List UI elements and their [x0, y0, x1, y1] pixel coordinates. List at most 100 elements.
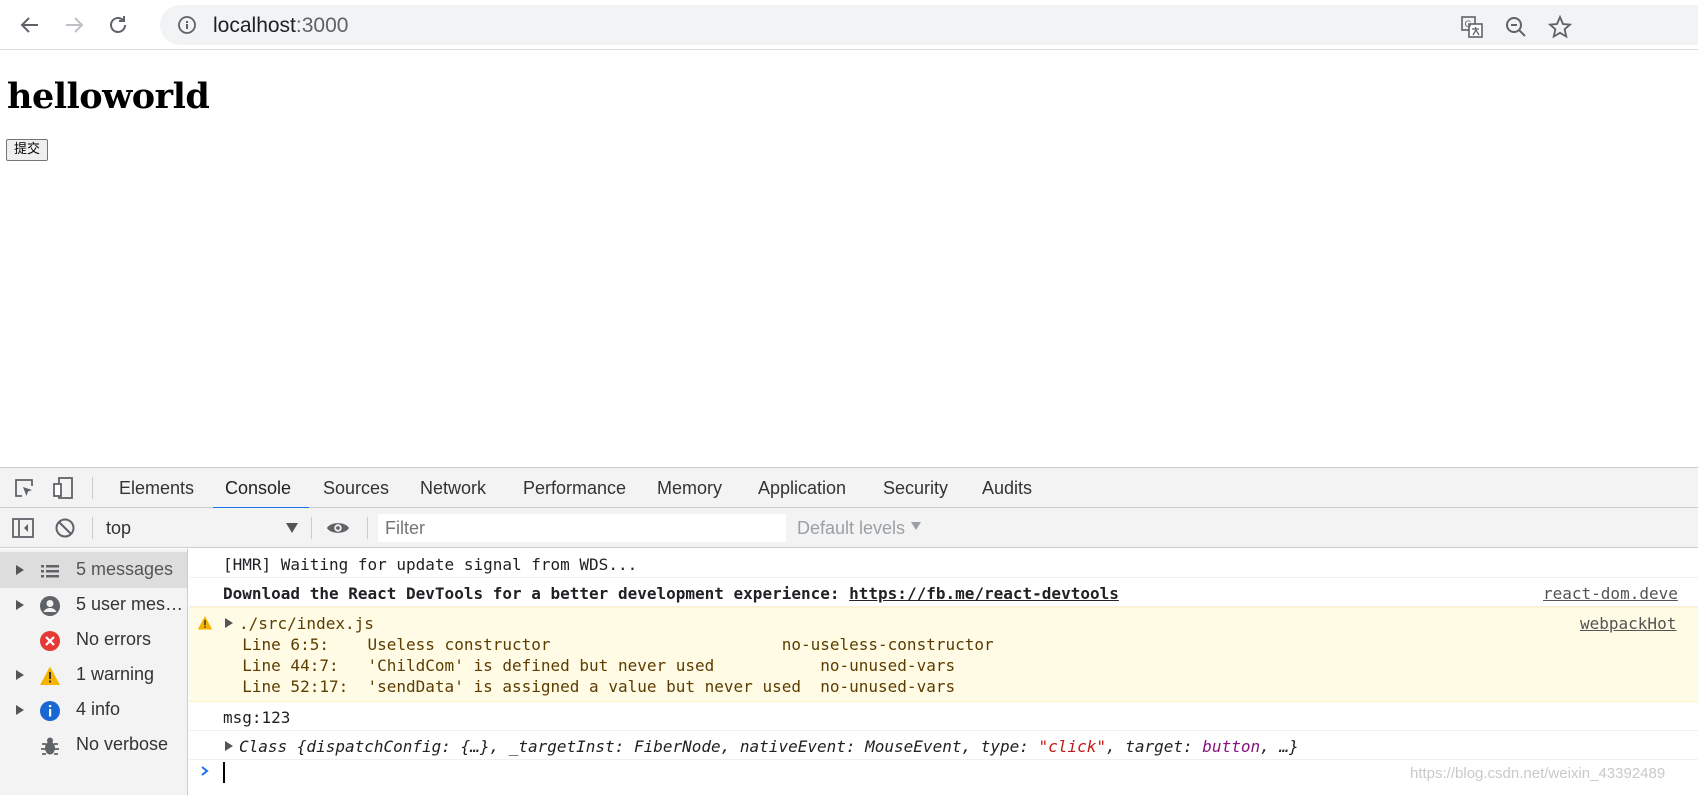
- console-sidebar: 5 messages 5 user mess... No errors 1 wa…: [0, 549, 188, 795]
- reload-button[interactable]: [101, 8, 135, 42]
- info-icon: [40, 701, 60, 721]
- object-preview[interactable]: Class {dispatchConfig: {…}, _targetInst:…: [225, 737, 1299, 756]
- warning-file: ./src/index.js: [239, 614, 374, 633]
- inspect-element-button[interactable]: [12, 476, 36, 500]
- tab-audits[interactable]: Audits: [982, 468, 1032, 508]
- sidebar-item-label: No verbose: [76, 734, 169, 754]
- object-node-value: button: [1202, 737, 1261, 756]
- sidebar-toggle-icon: [12, 518, 34, 538]
- object-text: Class {dispatchConfig: {…}, _targetInst:…: [239, 737, 1039, 756]
- message-text: msg:123: [223, 708, 291, 727]
- sidebar-item-verbose[interactable]: No verbose: [0, 727, 187, 763]
- warning-file-toggle[interactable]: ./src/index.js: [225, 614, 374, 633]
- filter-input[interactable]: [378, 514, 786, 542]
- tab-network[interactable]: Network: [420, 468, 486, 508]
- console-message: msg:123: [189, 702, 1698, 731]
- toolbar-divider: [92, 517, 93, 539]
- sidebar-item-messages[interactable]: 5 messages: [0, 552, 187, 588]
- prompt-chevron-icon: [201, 766, 209, 776]
- log-levels-dropdown[interactable]: Default levels: [797, 517, 922, 539]
- device-icon: [53, 477, 73, 499]
- eye-icon: [326, 523, 350, 533]
- sidebar-item-label: 5 user mess...: [76, 594, 184, 614]
- object-text: , target:: [1105, 737, 1203, 756]
- console-message: [HMR] Waiting for update signal from WDS…: [189, 549, 1698, 578]
- message-body: Download the React DevTools for a better…: [223, 584, 850, 603]
- watermark: https://blog.csdn.net/weixin_43392489: [1410, 765, 1666, 782]
- warning-line: Line 6:5: Useless constructor no-useless…: [223, 635, 994, 654]
- page-title: helloworld: [7, 76, 210, 117]
- tab-sources[interactable]: Sources: [323, 468, 389, 508]
- back-button[interactable]: [13, 8, 47, 42]
- warning-line: Line 44:7: 'ChildCom' is defined but nev…: [223, 656, 956, 675]
- expand-arrow-icon: [16, 565, 24, 575]
- url-host: localhost: [213, 14, 296, 37]
- bookmark-star-icon[interactable]: [1548, 15, 1572, 39]
- sidebar-item-errors[interactable]: No errors: [0, 622, 187, 658]
- message-text: Download the React DevTools for a better…: [223, 584, 1119, 603]
- error-icon: [40, 631, 60, 651]
- console-warning: ./src/index.js webpackHot Line 6:5: Usel…: [189, 607, 1698, 702]
- chevron-down-icon: [286, 523, 298, 533]
- expand-arrow-icon: [16, 670, 24, 680]
- source-link[interactable]: webpackHot: [1580, 614, 1676, 633]
- console-message: Download the React DevTools for a better…: [189, 578, 1698, 607]
- arrow-left-icon: [20, 17, 38, 33]
- warning-icon: [197, 616, 213, 630]
- context-selector[interactable]: top: [106, 517, 300, 541]
- url-port: :3000: [295, 14, 349, 37]
- forward-button[interactable]: [57, 8, 91, 42]
- list-icon: [41, 565, 59, 578]
- show-sidebar-button[interactable]: [11, 516, 35, 540]
- sidebar-item-label: 1 warning: [76, 664, 155, 684]
- device-toolbar-button[interactable]: [51, 476, 75, 500]
- zoom-icon[interactable]: [1504, 15, 1528, 39]
- warning-icon: [40, 666, 60, 685]
- log-levels-label: Default levels: [797, 518, 906, 538]
- translate-icon[interactable]: G: [1460, 15, 1484, 39]
- arrow-right-icon: [66, 17, 84, 33]
- console-object[interactable]: Class {dispatchConfig: {…}, _targetInst:…: [189, 731, 1698, 760]
- user-icon: [40, 596, 60, 616]
- submit-button[interactable]: 提交: [6, 139, 49, 161]
- object-text: , …}: [1260, 737, 1299, 756]
- expand-arrow-icon: [225, 618, 233, 628]
- tab-performance[interactable]: Performance: [523, 468, 626, 508]
- sidebar-item-label: 5 messages: [76, 559, 174, 579]
- url-text[interactable]: localhost:3000: [213, 15, 348, 37]
- expand-arrow-icon: [16, 600, 24, 610]
- svg-text:G: G: [1465, 20, 1472, 30]
- sidebar-item-label: No errors: [76, 629, 152, 649]
- warning-line: Line 52:17: 'sendData' is assigned a val…: [223, 677, 956, 696]
- sidebar-item-warnings[interactable]: 1 warning: [0, 657, 187, 693]
- message-text: [HMR] Waiting for update signal from WDS…: [223, 555, 638, 574]
- sidebar-item-label: 4 info: [76, 699, 121, 719]
- toolbar-divider: [367, 517, 368, 539]
- sidebar-item-info[interactable]: 4 info: [0, 692, 187, 728]
- info-circle-icon[interactable]: [177, 15, 197, 35]
- source-link[interactable]: react-dom.deve: [1543, 584, 1678, 603]
- devtools-tabbar: Elements Console Sources Network Perform…: [0, 468, 1698, 509]
- toolbar-divider: [311, 517, 312, 539]
- tab-memory[interactable]: Memory: [657, 468, 722, 508]
- devtools-panel: Elements Console Sources Network Perform…: [0, 467, 1698, 795]
- tab-elements[interactable]: Elements: [119, 468, 194, 508]
- console-toolbar: top Default levels: [0, 508, 1698, 548]
- tab-console[interactable]: Console: [212, 468, 310, 509]
- bug-icon: [41, 737, 59, 755]
- toolbar-divider: [92, 477, 93, 499]
- live-expression-button[interactable]: [326, 516, 350, 540]
- console-output: [HMR] Waiting for update signal from WDS…: [189, 549, 1698, 795]
- tab-security[interactable]: Security: [883, 468, 948, 508]
- address-bar[interactable]: localhost:3000 G: [160, 5, 1698, 45]
- block-icon: [55, 518, 75, 538]
- react-devtools-link[interactable]: https://fb.me/react-devtools: [849, 584, 1119, 603]
- chevron-down-icon: [911, 522, 922, 530]
- inspect-icon: [15, 479, 33, 497]
- sidebar-item-user-messages[interactable]: 5 user mess...: [0, 587, 187, 623]
- tab-application[interactable]: Application: [758, 468, 846, 508]
- clear-console-button[interactable]: [53, 516, 77, 540]
- console-input-caret[interactable]: [223, 762, 225, 783]
- browser-toolbar: localhost:3000 G: [0, 0, 1698, 50]
- object-string-value: "click": [1038, 737, 1106, 756]
